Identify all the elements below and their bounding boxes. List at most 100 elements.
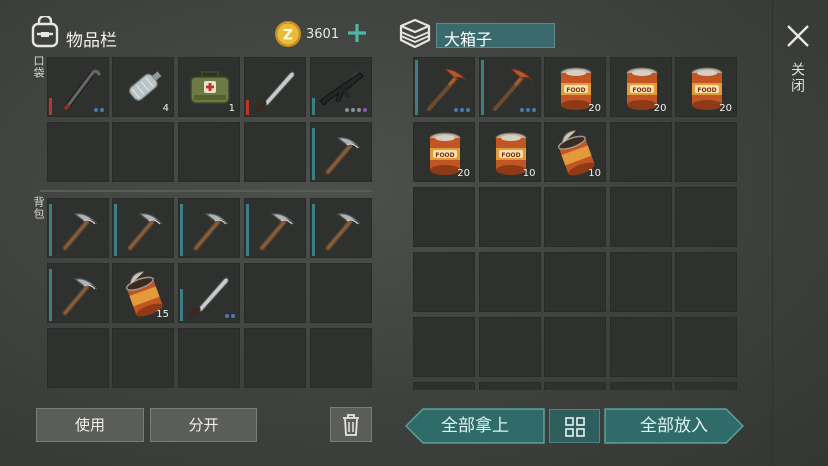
- rarity-dots: [519, 108, 536, 112]
- box-slot[interactable]: [413, 252, 475, 312]
- use-button[interactable]: 使用: [36, 408, 144, 442]
- pocket-label: 口袋: [32, 55, 45, 79]
- backpack-slot[interactable]: [178, 263, 240, 323]
- box-slot[interactable]: [675, 187, 737, 247]
- pickaxe-icon: [259, 213, 295, 251]
- backpack-label: 背包: [32, 196, 45, 220]
- box-slot[interactable]: FOOD 20: [609, 57, 672, 117]
- box-slot[interactable]: [609, 382, 672, 390]
- put-all-button[interactable]: 全部放入: [604, 408, 744, 444]
- backpack-slot[interactable]: [310, 328, 372, 388]
- backpack-slot[interactable]: [244, 263, 306, 323]
- pocket-slot[interactable]: [47, 122, 109, 182]
- durability-bar: [480, 60, 484, 115]
- box-slot[interactable]: [413, 187, 475, 247]
- take-all-button[interactable]: 全部拿上: [405, 408, 545, 444]
- backpack-slot[interactable]: [47, 198, 109, 258]
- add-coins-button[interactable]: [346, 21, 368, 45]
- rarity-dots: [225, 314, 235, 318]
- item-quantity: 20: [457, 168, 470, 179]
- pickaxe-icon: [62, 213, 98, 251]
- box-slot[interactable]: FOOD 20: [544, 57, 606, 117]
- box-slot[interactable]: [544, 252, 606, 312]
- box-slot[interactable]: [609, 317, 672, 377]
- durability-bar: [49, 98, 52, 115]
- split-button[interactable]: 分开: [150, 408, 257, 442]
- pocket-slot[interactable]: [244, 122, 306, 182]
- sort-button[interactable]: [549, 409, 600, 443]
- box-slot[interactable]: 10: [544, 122, 606, 182]
- durability-bar: [114, 204, 117, 256]
- pocket-slot[interactable]: [310, 122, 372, 182]
- box-slot[interactable]: [675, 382, 737, 390]
- box-slot[interactable]: FOOD 20: [675, 57, 737, 117]
- copper-pickaxe-icon: [427, 68, 468, 111]
- box-slot[interactable]: [413, 317, 475, 377]
- backpack-slot[interactable]: [112, 328, 174, 388]
- durability-bar: [180, 289, 183, 321]
- pocket-backpack-divider: [40, 190, 372, 192]
- box-grid: FOOD 20 FOOD 20 FOOD 20 FOOD 20 FOOD 10 10: [411, 56, 739, 390]
- backpack-slot[interactable]: [310, 198, 372, 258]
- pocket-slot[interactable]: [178, 122, 240, 182]
- pocket-slot[interactable]: [310, 57, 372, 117]
- box-slot[interactable]: [675, 122, 737, 182]
- box-slot[interactable]: [478, 317, 541, 377]
- box-slot[interactable]: [544, 317, 606, 377]
- box-slot[interactable]: [609, 252, 672, 312]
- rarity-dots: [94, 108, 104, 112]
- durability-bar: [246, 100, 249, 115]
- box-slot[interactable]: [544, 187, 606, 247]
- durability-bar: [312, 98, 315, 115]
- pickaxe-icon: [193, 213, 229, 251]
- box-slot[interactable]: [478, 57, 541, 117]
- svg-text:FOOD: FOOD: [566, 87, 585, 94]
- backpack-slot[interactable]: [244, 328, 306, 388]
- box-slot[interactable]: [478, 252, 541, 312]
- box-slot[interactable]: [478, 187, 541, 247]
- pocket-slot[interactable]: 4: [112, 57, 174, 117]
- backpack-slot[interactable]: [112, 198, 174, 258]
- item-quantity: 1: [228, 103, 235, 114]
- item-quantity: 20: [719, 103, 732, 114]
- durability-bar: [415, 60, 418, 115]
- box-slot[interactable]: [413, 382, 475, 390]
- backpack-slot[interactable]: [178, 198, 240, 258]
- box-slot[interactable]: FOOD 10: [478, 122, 541, 182]
- backpack-slot[interactable]: [178, 328, 240, 388]
- grid-sort-icon: [565, 417, 585, 437]
- pocket-slot[interactable]: [244, 57, 306, 117]
- item-quantity: 15: [156, 309, 169, 320]
- backpack-slot[interactable]: [47, 263, 109, 323]
- coin-icon: Z: [275, 21, 301, 47]
- box-slot[interactable]: [609, 187, 672, 247]
- item-quantity: 20: [588, 103, 601, 114]
- pickaxe-icon: [325, 137, 361, 175]
- backpack-slot[interactable]: [47, 328, 109, 388]
- box-slot[interactable]: [675, 252, 737, 312]
- crowbar-icon: [63, 69, 101, 111]
- box-slot[interactable]: [675, 317, 737, 377]
- backpack-slot[interactable]: 15: [112, 263, 174, 323]
- close-icon[interactable]: [786, 24, 810, 48]
- box-slot[interactable]: [609, 122, 672, 182]
- backpack-slot[interactable]: [310, 263, 372, 323]
- durability-bar: [180, 204, 183, 256]
- machete-icon: [255, 71, 295, 112]
- box-slot[interactable]: [544, 382, 606, 390]
- rarity-dots: [454, 108, 470, 112]
- assault-rifle-icon: [319, 70, 364, 106]
- box-slot[interactable]: FOOD 20: [413, 122, 475, 182]
- pocket-slot[interactable]: [112, 122, 174, 182]
- box-slot[interactable]: [478, 382, 541, 390]
- inventory-title: 物品栏: [66, 31, 117, 51]
- trash-button[interactable]: [330, 407, 372, 442]
- box-title: 大箱子: [436, 23, 555, 49]
- box-icon: [399, 18, 431, 49]
- backpack-slot[interactable]: [244, 198, 306, 258]
- svg-text:FOOD: FOOD: [501, 152, 520, 159]
- box-slot[interactable]: [413, 57, 475, 117]
- pocket-slot[interactable]: 1: [178, 57, 240, 117]
- pocket-slot[interactable]: [47, 57, 109, 117]
- close-label[interactable]: 关闭: [789, 62, 807, 94]
